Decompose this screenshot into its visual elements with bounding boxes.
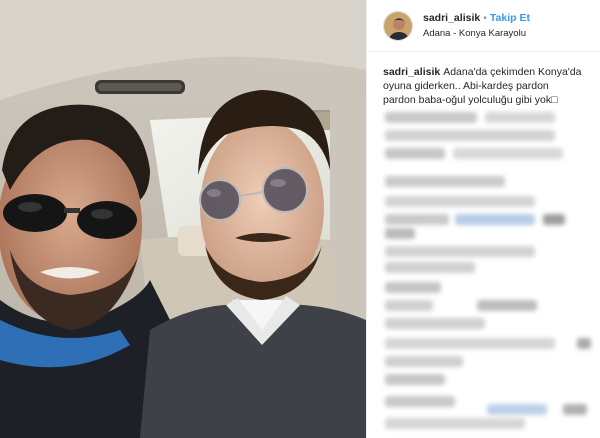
blurred-comment bbox=[385, 214, 449, 225]
post-header: sadri_alisik • Takip Et Adana - Konya Kara… bbox=[367, 0, 600, 52]
blurred-comment bbox=[385, 228, 415, 239]
blurred-comment bbox=[385, 318, 485, 329]
blurred-comment bbox=[385, 282, 441, 293]
blurred-comment bbox=[385, 374, 445, 385]
blurred-comment-link bbox=[455, 214, 535, 225]
post-sidebar: sadri_alisik • Takip Et Adana - Konya Kara… bbox=[366, 0, 600, 438]
caption-username[interactable]: sadri_alisik bbox=[383, 66, 440, 78]
blurred-comment bbox=[385, 418, 525, 429]
blurred-comment bbox=[477, 300, 537, 311]
blurred-comment bbox=[385, 112, 477, 123]
blurred-comment bbox=[563, 404, 587, 415]
blurred-comment bbox=[385, 176, 505, 187]
selfie-image bbox=[0, 0, 366, 438]
blurred-comment bbox=[385, 130, 555, 141]
blurred-comment bbox=[577, 338, 591, 349]
username-link[interactable]: sadri_alisik bbox=[423, 12, 480, 24]
blurred-comment bbox=[543, 214, 565, 225]
blurred-comment bbox=[385, 300, 433, 311]
comments-list bbox=[367, 104, 600, 438]
location-link[interactable]: Adana - Konya Karayolu bbox=[423, 27, 530, 41]
post-photo[interactable] bbox=[0, 0, 366, 438]
blurred-comment bbox=[385, 338, 555, 349]
avatar-image bbox=[384, 11, 412, 40]
blurred-comment bbox=[385, 196, 535, 207]
header-top-line: sadri_alisik • Takip Et bbox=[423, 11, 530, 25]
blurred-comment bbox=[385, 262, 475, 273]
blurred-comment bbox=[453, 148, 563, 159]
profile-avatar[interactable] bbox=[383, 10, 413, 41]
blurred-comment-link bbox=[487, 404, 547, 415]
blurred-comment bbox=[385, 148, 445, 159]
instagram-post: sadri_alisik • Takip Et Adana - Konya Kara… bbox=[0, 0, 600, 438]
post-caption: sadri_alisik Adana'da çekimden Konya'da o… bbox=[367, 52, 600, 107]
blurred-comment bbox=[485, 112, 555, 123]
blurred-comment bbox=[385, 356, 463, 367]
header-text: sadri_alisik • Takip Et Adana - Konya Kara… bbox=[423, 11, 530, 41]
blurred-comment bbox=[385, 246, 535, 257]
blurred-comment bbox=[385, 396, 455, 407]
separator-dot: • bbox=[483, 11, 487, 24]
follow-button[interactable]: Takip Et bbox=[490, 12, 530, 24]
